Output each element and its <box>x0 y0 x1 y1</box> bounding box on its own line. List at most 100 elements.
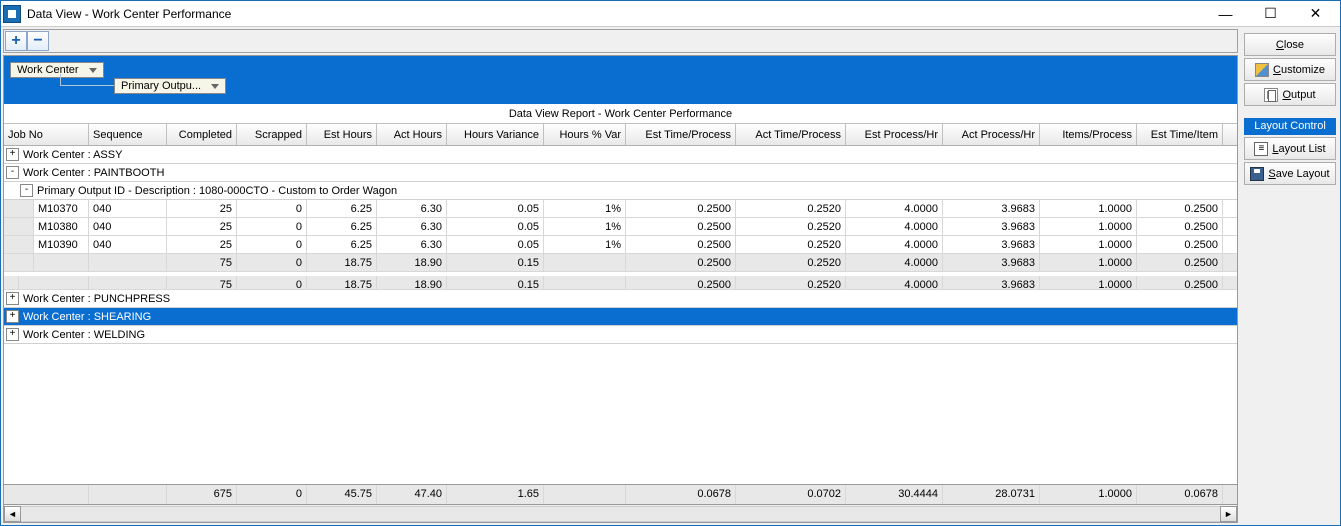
cell: 25 <box>167 236 237 253</box>
indent-cell <box>4 218 34 235</box>
left-pane: + − Work Center Primary Outpu... Data Vi… <box>1 27 1240 525</box>
group-chip-primary-output[interactable]: Primary Outpu... <box>114 78 226 94</box>
group-label: Work Center : WELDING <box>23 329 145 341</box>
col-sequence[interactable]: Sequence <box>89 124 167 145</box>
cell: 0.2520 <box>736 200 846 217</box>
col-act-hours[interactable]: Act Hours <box>377 124 447 145</box>
minimize-button[interactable]: — <box>1203 2 1248 26</box>
cell <box>34 254 89 271</box>
cell <box>544 276 626 289</box>
scroll-right-button[interactable]: ► <box>1220 506 1237 522</box>
customize-button[interactable]: Customize <box>1244 58 1336 81</box>
cell <box>4 485 89 504</box>
col-act-process-hr[interactable]: Act Process/Hr <box>943 124 1040 145</box>
col-hours-variance[interactable]: Hours Variance <box>447 124 544 145</box>
cell: 0.0702 <box>736 485 846 504</box>
col-est-hours[interactable]: Est Hours <box>307 124 377 145</box>
save-layout-button[interactable]: Save Layout <box>1244 162 1336 185</box>
group-row-punchpress[interactable]: + Work Center : PUNCHPRESS <box>4 290 1237 308</box>
grid-body[interactable]: + Work Center : ASSY - Work Center : PAI… <box>4 146 1237 484</box>
expand-icon[interactable]: + <box>6 292 19 305</box>
col-job-no[interactable]: Job No <box>4 124 89 145</box>
window-title: Data View - Work Center Performance <box>27 7 1203 21</box>
group-row-shearing[interactable]: + Work Center : SHEARING <box>4 308 1237 326</box>
cell: 0.2520 <box>736 236 846 253</box>
col-est-time-process[interactable]: Est Time/Process <box>626 124 736 145</box>
cell: 0 <box>237 254 307 271</box>
col-scrapped[interactable]: Scrapped <box>237 124 307 145</box>
maximize-button[interactable]: ☐ <box>1248 2 1293 26</box>
expand-all-button[interactable]: + <box>5 31 27 51</box>
cell: M10390 <box>34 236 89 253</box>
cell: 0.2500 <box>1137 200 1223 217</box>
expand-icon[interactable]: + <box>6 148 19 161</box>
col-completed[interactable]: Completed <box>167 124 237 145</box>
output-button[interactable]: Output <box>1244 83 1336 106</box>
cell: 0.2520 <box>736 218 846 235</box>
group-row-welding[interactable]: + Work Center : WELDING <box>4 326 1237 344</box>
subtotal-row: 75 0 18.75 18.90 0.15 0.2500 0.2520 4.00… <box>4 254 1237 272</box>
report-title: Data View Report - Work Center Performan… <box>4 104 1237 124</box>
layout-list-button[interactable]: Layout List <box>1244 137 1336 160</box>
close-window-button[interactable]: ✕ <box>1293 2 1338 26</box>
col-est-time-item[interactable]: Est Time/Item <box>1137 124 1223 145</box>
table-row[interactable]: M10370 040 25 0 6.25 6.30 0.05 1% 0.2500… <box>4 200 1237 218</box>
scroll-track[interactable] <box>21 506 1220 522</box>
cell: 4.0000 <box>846 218 943 235</box>
cell: 1.0000 <box>1040 276 1137 289</box>
cell: 0.2520 <box>736 254 846 271</box>
mnemonic: C <box>1276 39 1284 51</box>
cell: 0.2500 <box>626 200 736 217</box>
col-hours-pct-var[interactable]: Hours % Var <box>544 124 626 145</box>
horizontal-scrollbar[interactable]: ◄ ► <box>4 504 1237 522</box>
group-row-paintbooth[interactable]: - Work Center : PAINTBOOTH <box>4 164 1237 182</box>
cell: 18.90 <box>377 276 447 289</box>
group-label: Primary Output ID - Description : 1080-0… <box>37 185 397 197</box>
collapse-all-button[interactable]: − <box>27 31 49 51</box>
cell <box>19 276 89 289</box>
cell: 0.2500 <box>626 218 736 235</box>
cell: 1% <box>544 236 626 253</box>
cell <box>89 254 167 271</box>
col-est-process-hr[interactable]: Est Process/Hr <box>846 124 943 145</box>
cell: 1.0000 <box>1040 485 1137 504</box>
group-row-assy[interactable]: + Work Center : ASSY <box>4 146 1237 164</box>
cell: 0.2500 <box>1137 218 1223 235</box>
cell: 3.9683 <box>943 276 1040 289</box>
cell: 3.9683 <box>943 254 1040 271</box>
group-row-primary-output[interactable]: - Primary Output ID - Description : 1080… <box>4 182 1237 200</box>
col-act-time-process[interactable]: Act Time/Process <box>736 124 846 145</box>
expand-icon[interactable]: + <box>6 328 19 341</box>
cell: 0.0678 <box>1137 485 1223 504</box>
table-row[interactable]: M10390 040 25 0 6.25 6.30 0.05 1% 0.2500… <box>4 236 1237 254</box>
cell: 040 <box>89 218 167 235</box>
group-by-panel[interactable]: Work Center Primary Outpu... <box>4 56 1237 104</box>
cell <box>89 276 167 289</box>
cell: 0 <box>237 200 307 217</box>
close-button[interactable]: Close <box>1244 33 1336 56</box>
cell: 0.15 <box>447 254 544 271</box>
table-row[interactable]: M10380 040 25 0 6.25 6.30 0.05 1% 0.2500… <box>4 218 1237 236</box>
scroll-left-button[interactable]: ◄ <box>4 506 21 522</box>
cell: 3.9683 <box>943 218 1040 235</box>
cell: 1.0000 <box>1040 236 1137 253</box>
group-connector <box>60 74 120 86</box>
group-label: Work Center : ASSY <box>23 149 122 161</box>
cell: 75 <box>167 276 237 289</box>
cell: 1.65 <box>447 485 544 504</box>
collapse-icon[interactable]: - <box>20 184 33 197</box>
indent-cell <box>4 200 34 217</box>
cell: 1.0000 <box>1040 200 1137 217</box>
cell: 0.2500 <box>1137 236 1223 253</box>
cell: 0.15 <box>447 276 544 289</box>
cell: 0.05 <box>447 200 544 217</box>
cell: 4.0000 <box>846 276 943 289</box>
mnemonic: S <box>1268 168 1275 180</box>
data-grid: Work Center Primary Outpu... Data View R… <box>3 55 1238 523</box>
indent-cell <box>4 276 19 289</box>
col-items-process[interactable]: Items/Process <box>1040 124 1137 145</box>
expand-icon[interactable]: + <box>6 310 19 323</box>
cell: 4.0000 <box>846 200 943 217</box>
cell-job: M10370 <box>34 200 89 217</box>
collapse-icon[interactable]: - <box>6 166 19 179</box>
